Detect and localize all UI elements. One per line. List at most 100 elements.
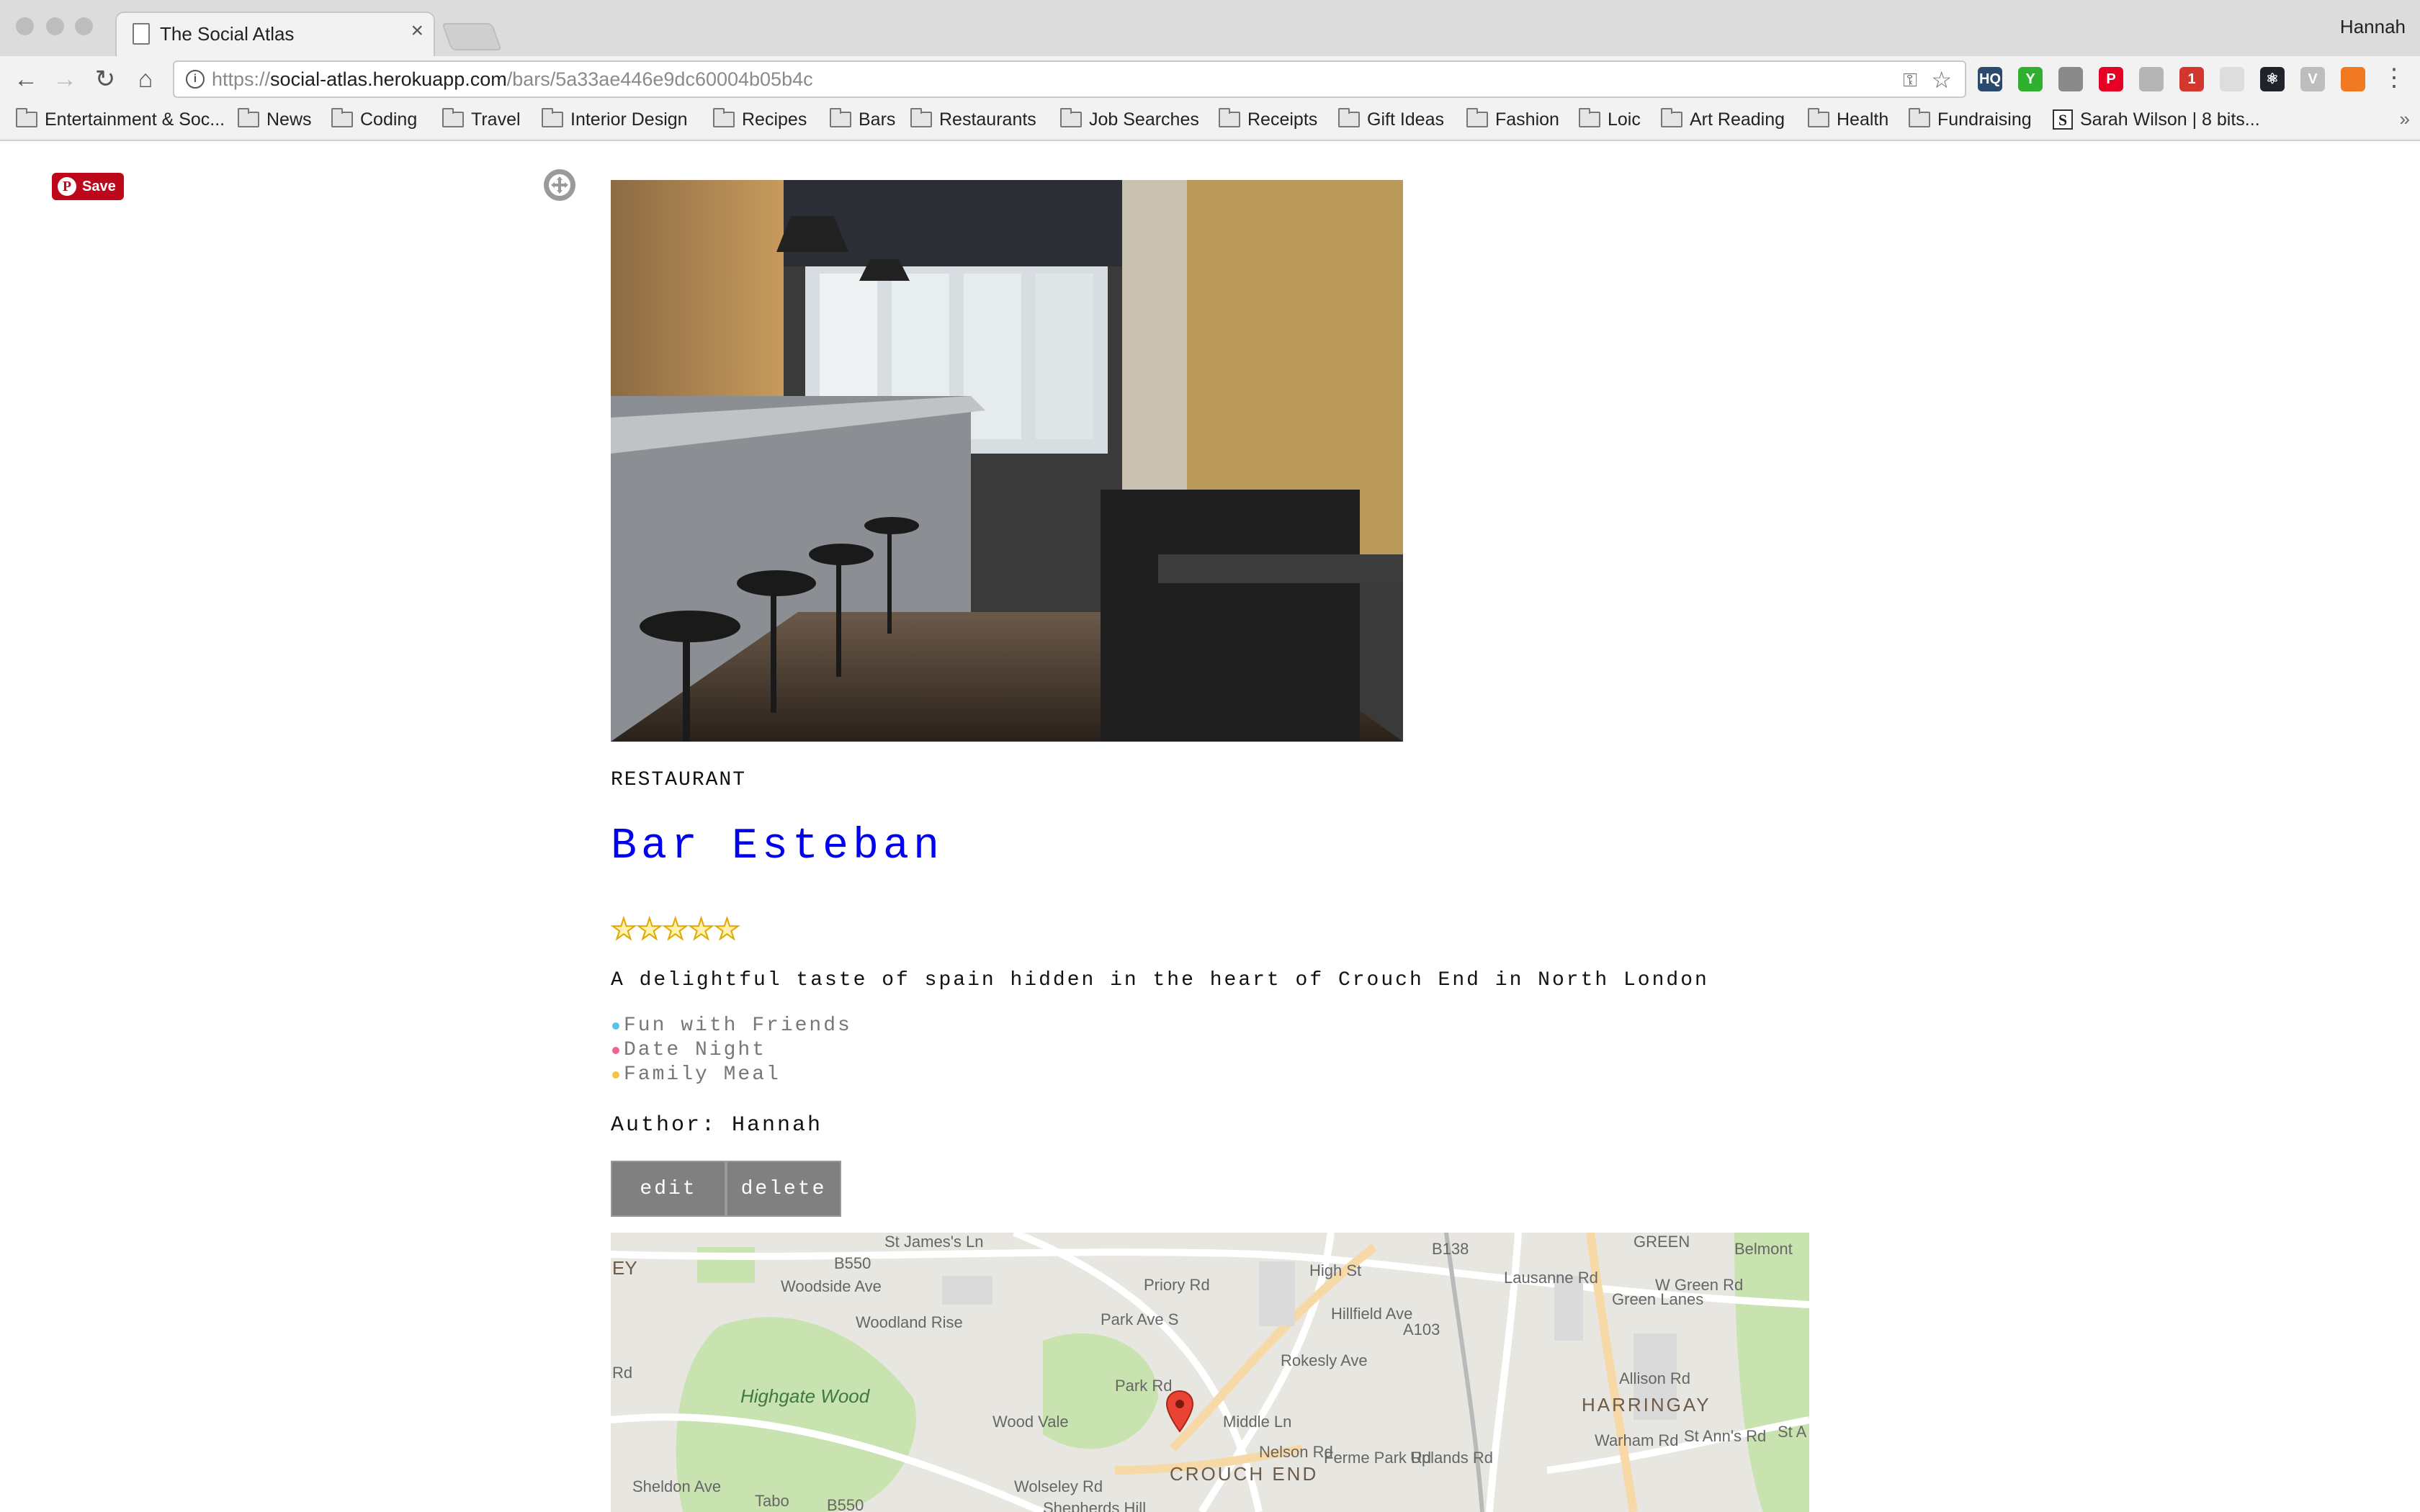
map-label: St Ann's Rd: [1684, 1427, 1767, 1445]
bookmark-item[interactable]: Loic: [1579, 107, 1641, 132]
key-icon[interactable]: ⚿: [1903, 69, 1917, 92]
new-tab-button[interactable]: [442, 23, 502, 50]
profile-name[interactable]: Hannah: [2340, 16, 2406, 38]
bookmark-label: Receipts: [1247, 109, 1318, 130]
map-label: Allison Rd: [1619, 1369, 1691, 1387]
bookmark-item[interactable]: Receipts: [1219, 107, 1317, 132]
bar-description: A delightful taste of spain hidden in th…: [611, 969, 1709, 991]
bookmark-item[interactable]: Fundraising: [1909, 107, 2032, 132]
edit-button[interactable]: edit: [611, 1161, 726, 1217]
maximize-window-button[interactable]: [75, 17, 93, 35]
map-label: Warham Rd: [1595, 1431, 1679, 1449]
pin-save-label: Save: [82, 178, 116, 194]
map-label: GREEN: [1634, 1233, 1690, 1251]
tag-label: Fun with Friends: [624, 1014, 852, 1037]
bar-photo: [611, 180, 1403, 742]
minimize-window-button[interactable]: [46, 17, 64, 35]
bookmark-item[interactable]: Travel: [442, 107, 521, 132]
close-window-button[interactable]: [16, 17, 34, 35]
browser-chrome: The Social Atlas × Hannah ← → ↻ ⌂ i http…: [0, 0, 2420, 141]
tag-item: Fun with Friends: [612, 1014, 852, 1038]
action-buttons: edit delete: [611, 1161, 841, 1217]
map-label: CROUCH END: [1170, 1463, 1319, 1485]
fox-icon[interactable]: [2341, 67, 2365, 91]
pinterest-icon[interactable]: P: [2099, 67, 2123, 91]
bookmark-label: Travel: [471, 109, 521, 130]
info-icon[interactable]: i: [186, 70, 205, 89]
folder-icon: [1808, 108, 1829, 127]
folder-icon: [713, 108, 735, 127]
home-icon[interactable]: ⌂: [131, 65, 160, 94]
map-pin-icon[interactable]: [1165, 1390, 1194, 1433]
map-label: Belmont: [1734, 1240, 1793, 1258]
circle-icon[interactable]: [2220, 67, 2244, 91]
pinterest-save-button[interactable]: P Save: [52, 173, 124, 200]
bookmark-item[interactable]: News: [238, 107, 312, 132]
folder-icon: [331, 108, 353, 127]
map-label: HARRINGAY: [1582, 1394, 1711, 1416]
map-label: Tabo: [755, 1492, 789, 1510]
folder-icon: [1060, 108, 1082, 127]
bookmark-item[interactable]: Gift Ideas: [1338, 107, 1444, 132]
bookmark-star-icon[interactable]: ☆: [1931, 66, 1952, 94]
badge-icon[interactable]: 1: [2179, 67, 2204, 91]
map-label: W Green Rd: [1655, 1276, 1744, 1294]
map-label: High St: [1309, 1261, 1362, 1279]
map-label: Shepherds Hill: [1043, 1499, 1147, 1512]
bookmark-item[interactable]: Entertainment & Soc...: [16, 107, 225, 132]
folder-icon: [542, 108, 563, 127]
bookmark-label: Job Searches: [1089, 109, 1199, 130]
y-icon[interactable]: Y: [2018, 67, 2043, 91]
folder-icon: [1579, 108, 1600, 127]
delete-button[interactable]: delete: [726, 1161, 841, 1217]
tab-close-icon[interactable]: ×: [411, 19, 424, 43]
bookmark-label: Bars: [859, 109, 896, 130]
bookmark-label: Art Reading: [1690, 109, 1785, 130]
reload-icon[interactable]: ↻: [91, 65, 120, 94]
address-bar[interactable]: i https://social-atlas.herokuapp.com/bar…: [173, 60, 1966, 98]
bookmark-item[interactable]: Coding: [331, 107, 417, 132]
folder-icon: [910, 108, 932, 127]
url-host: social-atlas.herokuapp.com: [270, 68, 507, 90]
map-label: B138: [1432, 1240, 1469, 1258]
url-scheme: https://: [212, 68, 271, 90]
v-icon[interactable]: V: [2300, 67, 2325, 91]
site-favicon-icon: S: [2053, 109, 2073, 130]
back-arrow-icon[interactable]: ←: [12, 65, 40, 94]
bookmark-item[interactable]: Fashion: [1466, 107, 1559, 132]
folder-icon: [238, 108, 259, 127]
bookmark-label: Fashion: [1495, 109, 1559, 130]
bookmark-item[interactable]: Interior Design: [542, 107, 688, 132]
bookmark-label: Recipes: [742, 109, 807, 130]
tag-label: Date Night: [624, 1039, 767, 1061]
star-rating-stars: ★★★★★: [610, 913, 740, 946]
bookmark-item[interactable]: Bars: [830, 107, 895, 132]
tab-social-atlas[interactable]: The Social Atlas ×: [115, 12, 435, 58]
folder-icon: [1338, 108, 1360, 127]
bookmark-item[interactable]: S Sarah Wilson | 8 bits...: [2053, 107, 2260, 132]
bookmarks-overflow-icon[interactable]: »: [2400, 108, 2410, 130]
folder-icon: [442, 108, 464, 127]
puzzle-icon[interactable]: [2139, 67, 2164, 91]
react-icon[interactable]: ⚛: [2260, 67, 2285, 91]
bug-icon[interactable]: [2058, 67, 2083, 91]
bookmark-label: Health: [1837, 109, 1889, 130]
tag-dot-icon: [612, 1047, 619, 1054]
bookmark-item[interactable]: Art Reading: [1661, 107, 1785, 132]
bookmark-item[interactable]: Recipes: [713, 107, 807, 132]
location-map[interactable]: EY St James's Ln B550 Woodside Ave Priory Rd…: [611, 1233, 1809, 1512]
menu-dots-icon[interactable]: ⋮: [2380, 63, 2408, 92]
tag-dot-icon: [612, 1071, 619, 1079]
bookmark-item[interactable]: Health: [1808, 107, 1888, 132]
bookmark-item[interactable]: Restaurants: [910, 107, 1036, 132]
bookmark-item[interactable]: Job Searches: [1060, 107, 1199, 132]
bar-name-title: Bar Esteban: [611, 822, 944, 871]
hq-icon[interactable]: HQ: [1978, 67, 2002, 91]
author-label: Author: Hannah: [611, 1113, 823, 1138]
bookmark-label: Restaurants: [939, 109, 1036, 130]
forward-arrow-icon[interactable]: →: [50, 65, 79, 94]
tag-label: Family Meal: [624, 1063, 781, 1086]
tag-item: Family Meal: [612, 1063, 852, 1087]
url-text[interactable]: https://social-atlas.herokuapp.com/bars/…: [212, 68, 813, 91]
move-icon[interactable]: [542, 167, 578, 203]
